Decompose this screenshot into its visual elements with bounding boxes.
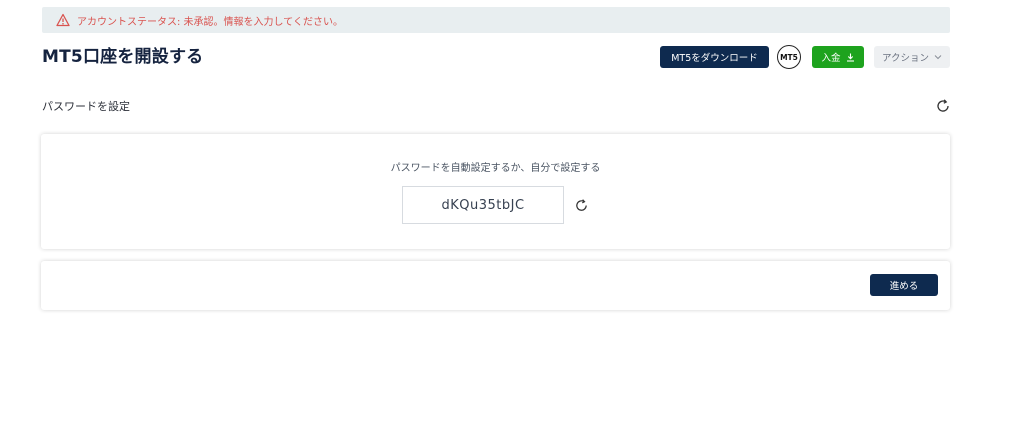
- alert-text: アカウントステータス: 未承認。情報を入力してください。: [77, 16, 343, 28]
- status-alert: アカウントステータス: 未承認。情報を入力してください。: [42, 7, 950, 33]
- deposit-label: 入金: [821, 53, 841, 64]
- deposit-button[interactable]: 入金: [812, 46, 864, 68]
- download-mt5-button[interactable]: MT5をダウンロード: [660, 46, 769, 68]
- regenerate-password-icon[interactable]: [574, 198, 589, 213]
- chevron-down-icon: [934, 54, 942, 60]
- footer-card: 進める: [41, 261, 950, 310]
- section-title: パスワードを設定: [42, 100, 130, 113]
- action-label: アクション: [881, 53, 930, 64]
- mt5-badge[interactable]: MT5: [777, 45, 801, 69]
- password-instruction: パスワードを自動設定するか、自分で設定する: [390, 163, 601, 174]
- password-card: パスワードを自動設定するか、自分で設定する dKQu35tbJC: [41, 134, 950, 249]
- password-field[interactable]: dKQu35tbJC: [402, 186, 564, 224]
- action-dropdown[interactable]: アクション: [874, 46, 950, 68]
- next-button[interactable]: 進める: [870, 274, 938, 296]
- warning-icon: [56, 13, 70, 27]
- page-title: MT5口座を開設する: [42, 47, 204, 67]
- download-icon: [846, 53, 855, 62]
- refresh-icon[interactable]: [935, 98, 951, 114]
